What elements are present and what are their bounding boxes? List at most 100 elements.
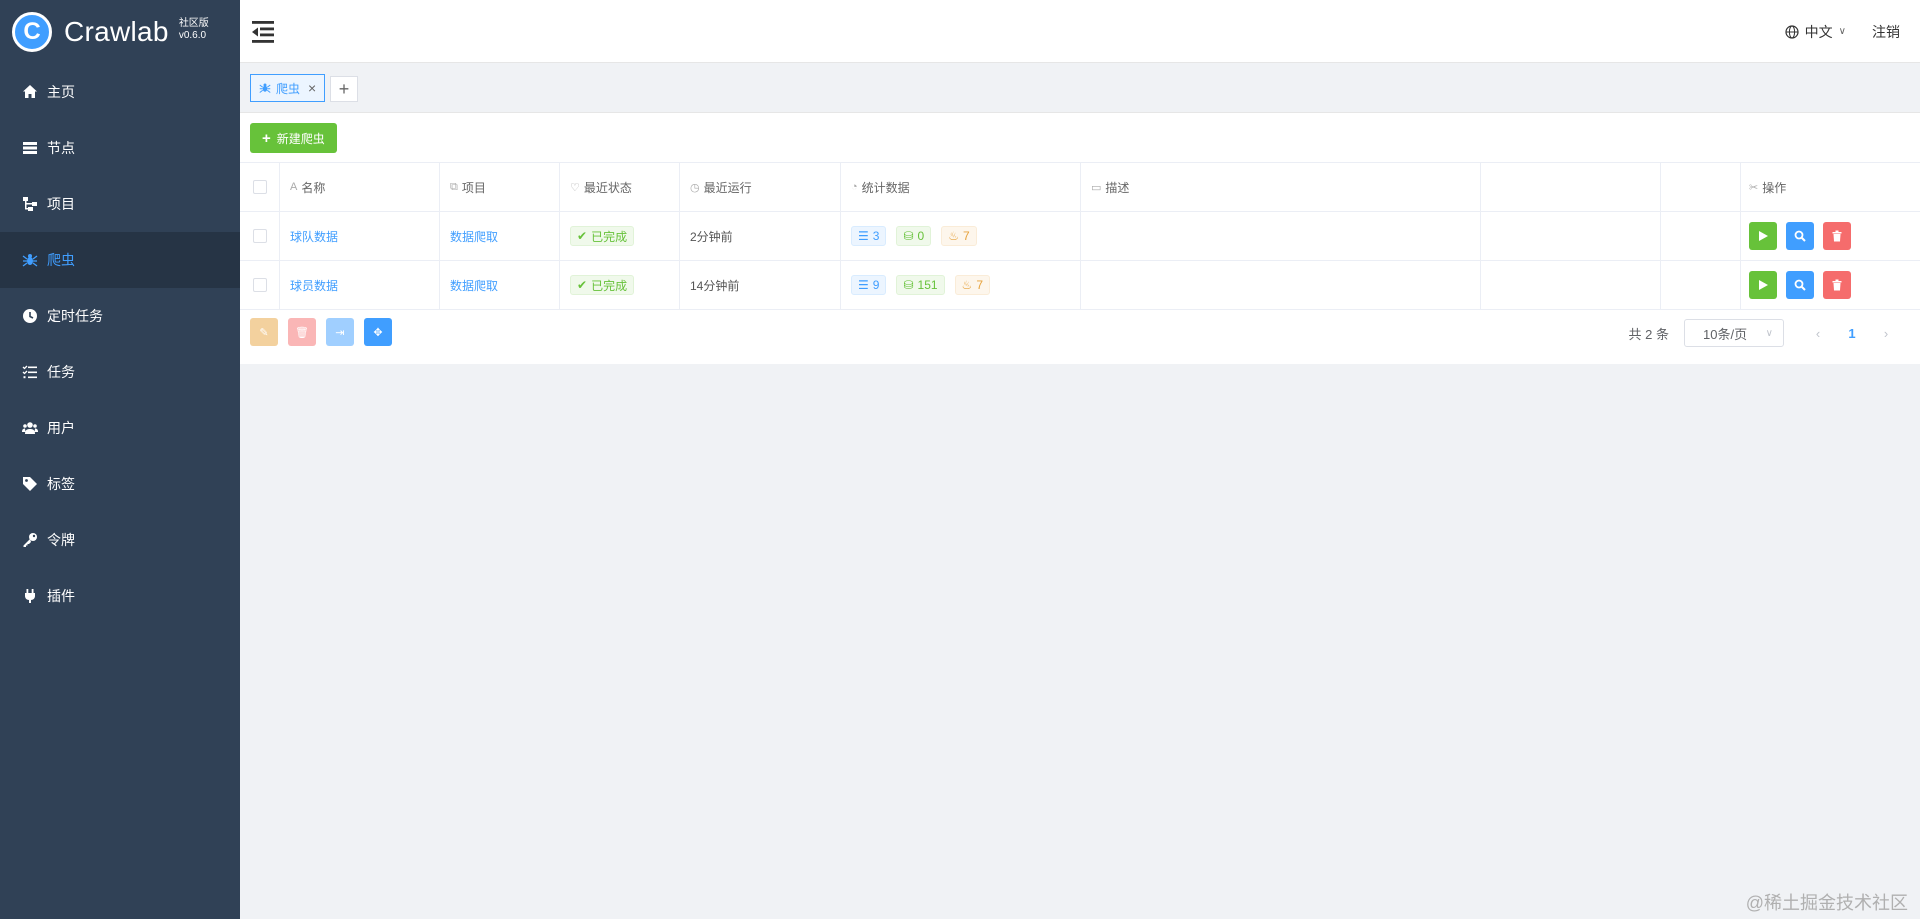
bulk-edit-button[interactable]: ✎ [250,318,278,346]
header-status-label: 最近状态 [583,180,632,195]
logout-link[interactable]: 注销 [1872,22,1900,42]
table-row[interactable]: 球队数据 数据爬取 ✔ 已完成 2分钟前 ☰ 3 ⛁ 0 ♨ 7 [240,212,1920,261]
header-stats[interactable]: ◔ 统计数据 [841,163,1081,211]
spider-icon [259,82,271,94]
view-button[interactable] [1786,222,1814,250]
sidebar-item-tokens[interactable]: 令牌 [0,512,240,568]
spider-name-link[interactable]: 球员数据 [290,277,338,294]
sidebar-item-plugins[interactable]: 插件 [0,568,240,624]
header-status[interactable]: ♡ 最近状态 [560,163,680,211]
delete-button[interactable] [1823,271,1851,299]
bulk-delete-button[interactable]: 🗑 [288,318,316,346]
pagination: 共 2 条 10条/页 ∨ ‹ 1 › [1629,318,1900,348]
description-cell [1081,261,1481,309]
view-button[interactable] [1786,271,1814,299]
brand-name: Crawlab [64,16,169,47]
sidebar-item-label: 任务 [47,364,75,380]
sidebar-item-tags[interactable]: 标签 [0,456,240,512]
search-icon [1794,230,1806,242]
spider-name-cell: 球员数据 [280,261,440,309]
page-size-select[interactable]: 10条/页 ∨ [1684,319,1784,347]
crawlab-logo-icon: C [12,12,52,52]
prev-page-button[interactable]: ‹ [1804,326,1832,341]
header-description[interactable]: ▭ 描述 [1081,163,1481,211]
new-spider-label: 新建爬虫 [276,131,325,146]
header-name-label: 名称 [301,180,326,195]
trash-icon [1832,230,1842,242]
sidebar-item-label: 项目 [47,196,75,212]
last-run-cell: 2分钟前 [680,212,841,260]
plus-icon: + [262,129,271,147]
spider-project-cell: 数据爬取 [440,261,560,309]
results-count-badge[interactable]: ⛁ 0 [896,226,932,246]
main-content: + 新建爬虫 A 名称 ⧉ 项目 ♡ 最近状态 ◷ 最近运行 ◔ 统计数据 ▭ 描述 ✂ 操作… [240,113,1920,364]
language-selector[interactable]: 中文 ∨ [1785,22,1846,42]
spider-name-cell: 球队数据 [280,212,440,260]
task-list-icon [21,363,39,381]
select-all-checkbox[interactable] [252,180,267,194]
close-icon[interactable]: × [308,80,316,96]
globe-icon [1785,24,1799,39]
delete-button[interactable] [1823,222,1851,250]
sidebar-item-projects[interactable]: 项目 [0,176,240,232]
header-project[interactable]: ⧉ 项目 [440,163,560,211]
check-icon: ✔ [577,229,588,243]
spider-name-link[interactable]: 球队数据 [290,228,338,245]
row-checkbox[interactable] [252,229,267,243]
fire-icon: ♨ [961,278,973,292]
results-count-badge[interactable]: ⛁ 151 [896,275,945,295]
run-button[interactable] [1749,222,1777,250]
new-spider-button[interactable]: + 新建爬虫 [250,123,337,153]
row-checkbox[interactable] [252,278,267,292]
clock-icon [21,307,39,325]
sidebar-item-home[interactable]: 主页 [0,64,240,120]
tools-icon: ✂ [1749,181,1759,194]
table-row[interactable]: 球员数据 数据爬取 ✔ 已完成 14分钟前 ☰ 9 ⛁ 151 ♨ 7 [240,261,1920,310]
table-footer: ✎ 🗑 ⇥ ✥ 共 2 条 10条/页 ∨ ‹ 1 › [240,310,1920,364]
header-last-run[interactable]: ◷ 最近运行 [680,163,841,211]
status-label: 已完成 [591,229,628,244]
spacer-cell [1661,261,1741,309]
database-icon: ⛁ [903,278,914,292]
brand-logo[interactable]: C Crawlab 社区版 v0.6.0 [0,0,240,64]
list-icon: ☰ [858,278,869,292]
page-number[interactable]: 1 [1832,326,1872,341]
spacer-cell [1661,212,1741,260]
header-name[interactable]: A 名称 [280,163,440,211]
sidebar-item-spiders[interactable]: 爬虫 [0,232,240,288]
sidebar-toggle-icon[interactable] [252,20,278,44]
add-tab-button[interactable]: + [330,76,358,102]
run-button[interactable] [1749,271,1777,299]
next-page-button[interactable]: › [1872,326,1900,341]
move-icon: ✥ [373,326,383,339]
spider-table: A 名称 ⧉ 项目 ♡ 最近状态 ◷ 最近运行 ◔ 统计数据 ▭ 描述 ✂ 操作 球队数据 数… [240,162,1920,310]
project-link[interactable]: 数据爬取 [450,228,498,245]
top-header: 中文 ∨ 注销 [240,0,1920,63]
bulk-move-button[interactable]: ✥ [364,318,392,346]
errors-count-badge[interactable]: ♨ 7 [941,226,977,246]
sidebar-item-nodes[interactable]: 节点 [0,120,240,176]
sidebar-item-tasks[interactable]: 任务 [0,344,240,400]
row-checkbox-cell [240,261,280,309]
tabs-bar: 爬虫 × + [240,63,1920,113]
sidebar-item-label: 插件 [47,588,75,604]
empty-cell [1481,212,1661,260]
header-last-run-label: 最近运行 [703,180,752,195]
edit-icon: ✎ [259,326,269,339]
heartbeat-icon: ♡ [570,181,580,194]
tasks-count-badge[interactable]: ☰ 9 [851,275,887,295]
tasks-count: 3 [872,229,880,243]
header-checkbox-cell [240,163,280,211]
empty-cell [1481,261,1661,309]
bulk-export-button[interactable]: ⇥ [326,318,354,346]
sidebar-item-label: 爬虫 [47,252,75,268]
errors-count-badge[interactable]: ♨ 7 [954,275,990,295]
tab-spiders[interactable]: 爬虫 × [250,74,326,102]
tasks-count-badge[interactable]: ☰ 3 [851,226,887,246]
users-icon [21,419,39,437]
sidebar-item-users[interactable]: 用户 [0,400,240,456]
play-icon [1759,231,1768,241]
status-cell: ✔ 已完成 [560,261,680,309]
sidebar-item-schedules[interactable]: 定时任务 [0,288,240,344]
project-link[interactable]: 数据爬取 [450,277,498,294]
